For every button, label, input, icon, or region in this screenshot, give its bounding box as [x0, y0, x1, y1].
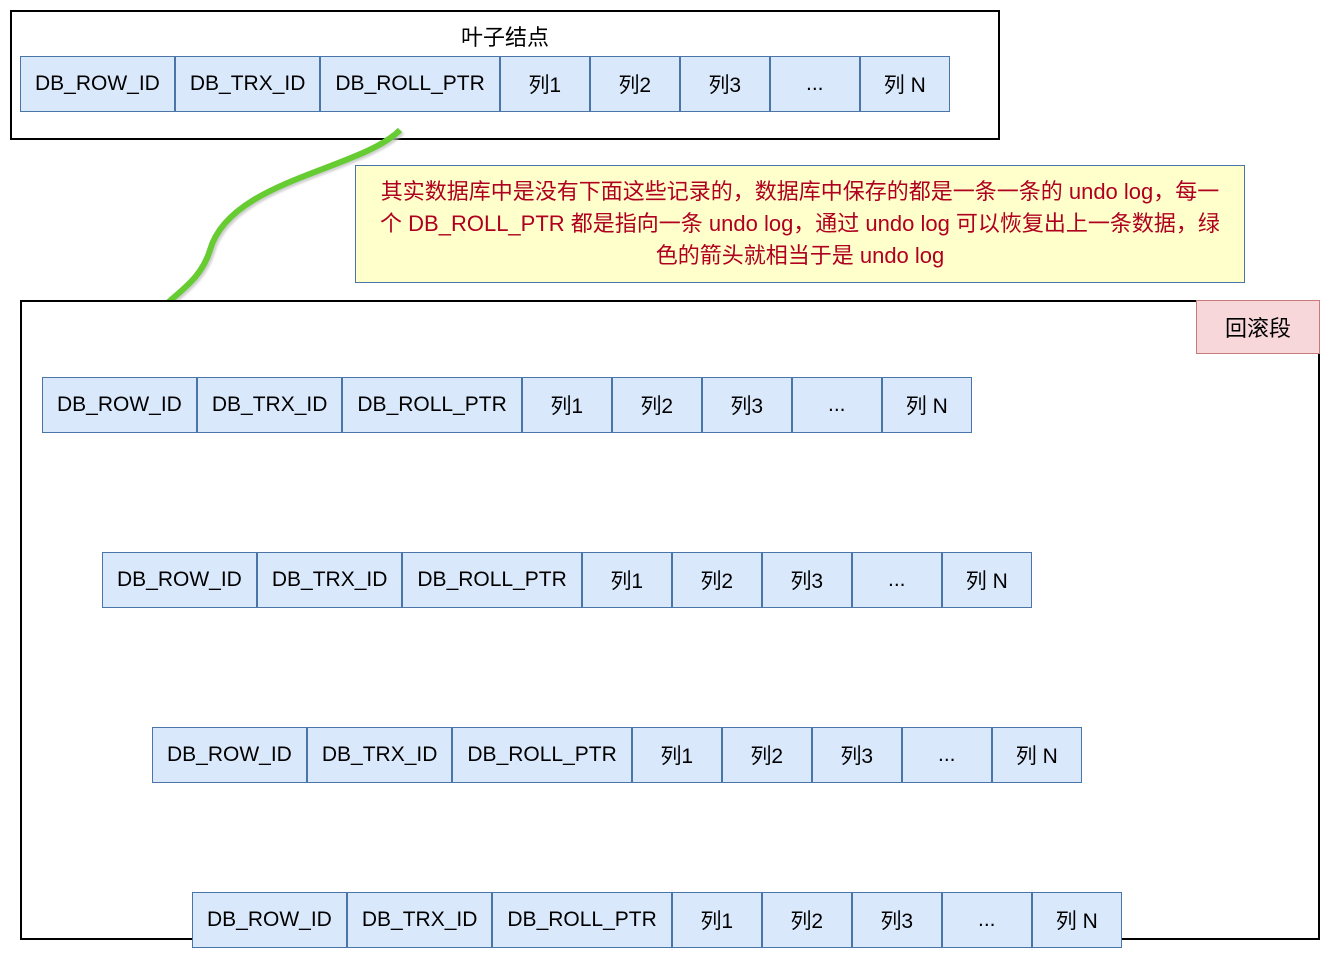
row-cell: 列2 [722, 727, 812, 783]
row-cell: 列 N [942, 552, 1032, 608]
rollback-label: 回滚段 [1196, 300, 1320, 354]
rollback-segment-container: 回滚段 DB_ROW_ID DB_TRX_ID DB_ROLL_PTR 列1 列… [20, 300, 1320, 940]
row-cell: ... [942, 892, 1032, 948]
row-cell: 列1 [522, 377, 612, 433]
row-cell: 列2 [762, 892, 852, 948]
leaf-cell: 列1 [500, 56, 590, 112]
version-row-3: DB_ROW_ID DB_TRX_ID DB_ROLL_PTR 列1 列2 列3… [192, 892, 1122, 948]
row-cell: 列 N [1032, 892, 1122, 948]
row-cell: 列1 [632, 727, 722, 783]
row-cell: ... [792, 377, 882, 433]
leaf-cell: ... [770, 56, 860, 112]
row-cell: DB_TRX_ID [347, 892, 493, 948]
row-cell: DB_ROLL_PTR [342, 377, 521, 433]
row-cell: 列3 [702, 377, 792, 433]
row-cell: DB_ROW_ID [42, 377, 197, 433]
leaf-cell: 列2 [590, 56, 680, 112]
row-cell: DB_TRX_ID [307, 727, 453, 783]
row-cell: 列2 [612, 377, 702, 433]
row-cell: ... [902, 727, 992, 783]
row-cell: DB_ROW_ID [192, 892, 347, 948]
leaf-row: DB_ROW_ID DB_TRX_ID DB_ROLL_PTR 列1 列2 列3… [20, 56, 990, 112]
row-cell: DB_TRX_ID [257, 552, 403, 608]
row-cell: 列 N [992, 727, 1082, 783]
row-cell: DB_ROLL_PTR [452, 727, 631, 783]
row-cell: DB_ROW_ID [152, 727, 307, 783]
leaf-title: 叶子结点 [12, 12, 998, 56]
row-cell: 列2 [672, 552, 762, 608]
leaf-cell: 列 N [860, 56, 950, 112]
version-row-0: DB_ROW_ID DB_TRX_ID DB_ROLL_PTR 列1 列2 列3… [42, 377, 972, 433]
leaf-cell: DB_ROW_ID [20, 56, 175, 112]
row-cell: DB_TRX_ID [197, 377, 343, 433]
annotation-note: 其实数据库中是没有下面这些记录的，数据库中保存的都是一条一条的 undo log… [355, 165, 1245, 283]
row-cell: 列 N [882, 377, 972, 433]
row-cell: DB_ROLL_PTR [402, 552, 581, 608]
row-cell: DB_ROLL_PTR [492, 892, 671, 948]
leaf-cell: 列3 [680, 56, 770, 112]
row-cell: 列1 [582, 552, 672, 608]
row-cell: 列3 [762, 552, 852, 608]
leaf-cell: DB_TRX_ID [175, 56, 321, 112]
leaf-cell: DB_ROLL_PTR [320, 56, 499, 112]
row-cell: DB_ROW_ID [102, 552, 257, 608]
row-cell: 列3 [852, 892, 942, 948]
row-cell: ... [852, 552, 942, 608]
row-cell: 列1 [672, 892, 762, 948]
version-row-2: DB_ROW_ID DB_TRX_ID DB_ROLL_PTR 列1 列2 列3… [152, 727, 1082, 783]
leaf-node-container: 叶子结点 DB_ROW_ID DB_TRX_ID DB_ROLL_PTR 列1 … [10, 10, 1000, 140]
version-row-1: DB_ROW_ID DB_TRX_ID DB_ROLL_PTR 列1 列2 列3… [102, 552, 1032, 608]
row-cell: 列3 [812, 727, 902, 783]
